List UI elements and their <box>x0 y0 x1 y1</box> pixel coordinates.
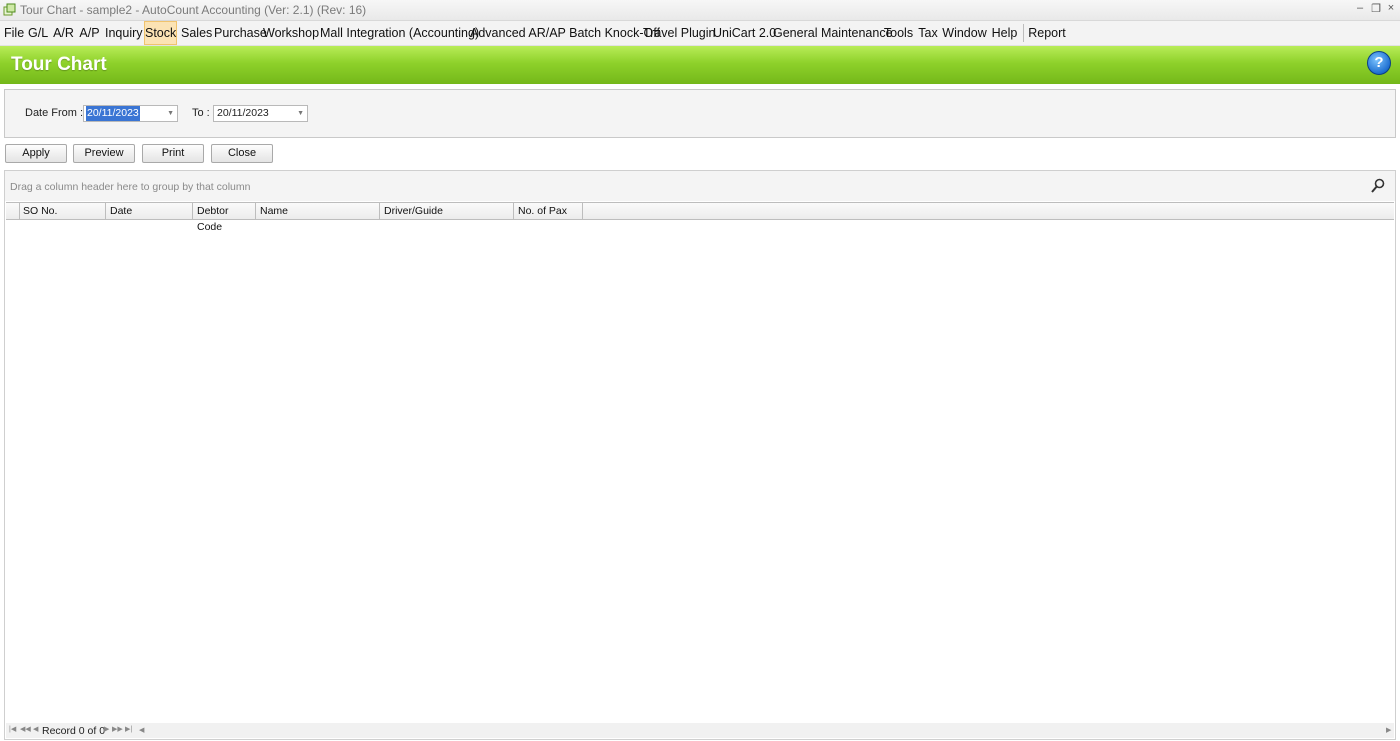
column-header-so-no[interactable]: SO No. <box>19 203 106 219</box>
menu-bar: File G/L A/R A/P Inquiry Stock Sales Pur… <box>0 21 1400 46</box>
next-record-icon[interactable]: ▶ <box>104 725 109 733</box>
apply-button[interactable]: Apply <box>5 144 67 163</box>
chevron-down-icon[interactable]: ▼ <box>167 106 174 121</box>
column-header-driver-guide[interactable]: Driver/Guide <box>380 203 514 219</box>
menu-unicart[interactable]: UniCart 2.0 <box>713 21 776 45</box>
menu-general-maintenance[interactable]: General Maintenance <box>773 21 893 45</box>
close-window-icon[interactable]: × <box>1384 2 1398 14</box>
menu-separator <box>1023 24 1024 42</box>
menu-purchase[interactable]: Purchase <box>214 21 267 45</box>
data-grid: Drag a column header here to group by th… <box>4 170 1396 740</box>
date-to-value: 20/11/2023 <box>217 107 269 119</box>
menu-travel-plugin[interactable]: Travel Plugin <box>643 21 716 45</box>
menu-stock[interactable]: Stock <box>144 21 177 45</box>
next-page-icon[interactable]: ▶▶ <box>112 725 123 733</box>
menu-tax[interactable]: Tax <box>917 21 939 45</box>
group-by-panel[interactable]: Drag a column header here to group by th… <box>5 171 1395 201</box>
menu-gl[interactable]: G/L <box>28 21 48 45</box>
menu-workshop[interactable]: Workshop <box>263 21 319 45</box>
help-icon[interactable]: ? <box>1367 51 1391 75</box>
menu-tools[interactable]: Tools <box>883 21 914 45</box>
print-button[interactable]: Print <box>142 144 204 163</box>
column-header-no-of-pax[interactable]: No. of Pax <box>514 203 583 219</box>
prev-page-icon[interactable]: ◀◀ <box>20 725 31 733</box>
app-icon <box>3 3 16 16</box>
title-bar: Tour Chart - sample2 - AutoCount Account… <box>0 0 1400 21</box>
menu-mall-integration[interactable]: Mall Integration (Accounting) <box>320 21 479 45</box>
date-filter-panel: Date From : 20/11/2023 ▼ To : 20/11/2023… <box>4 89 1396 138</box>
prev-record-icon[interactable]: ◀ <box>33 725 38 733</box>
scroll-left-icon[interactable]: ◀ <box>139 726 144 734</box>
chevron-down-icon[interactable]: ▼ <box>297 106 304 121</box>
page-title: Tour Chart <box>11 54 107 75</box>
date-from-value: 20/11/2023 <box>86 106 140 121</box>
column-header-date[interactable]: Date <box>106 203 193 219</box>
date-from-input[interactable]: 20/11/2023 ▼ <box>83 105 178 122</box>
close-button[interactable]: Close <box>211 144 273 163</box>
menu-advanced-knockoff[interactable]: Advanced AR/AP Batch Knock-Off <box>470 21 660 45</box>
date-to-label: To : <box>192 107 210 119</box>
row-indicator-header <box>6 203 20 219</box>
column-header-name[interactable]: Name <box>256 203 380 219</box>
column-header-debtor-code[interactable]: Debtor Code <box>193 203 256 233</box>
window-title: Tour Chart - sample2 - AutoCount Account… <box>20 3 367 17</box>
date-from-label: Date From : <box>25 107 84 119</box>
grid-header-row: SO No. Date Debtor Code Name Driver/Guid… <box>6 202 1394 233</box>
menu-ar[interactable]: A/R <box>53 21 74 45</box>
first-record-icon[interactable]: |◀ <box>9 725 16 733</box>
restore-icon[interactable]: ❐ <box>1369 2 1383 15</box>
menu-file[interactable]: File <box>4 21 24 45</box>
grid-navigator: |◀ ◀◀ ◀ Record 0 of 0 ▶ ▶▶ ▶| ◀ ▶ <box>6 723 1394 738</box>
menu-sales[interactable]: Sales <box>181 21 212 45</box>
scroll-right-icon[interactable]: ▶ <box>1386 726 1391 734</box>
last-record-icon[interactable]: ▶| <box>125 725 132 733</box>
record-count: Record 0 of 0 <box>42 725 106 737</box>
menu-help[interactable]: Help <box>990 21 1019 45</box>
search-icon[interactable] <box>1371 178 1385 194</box>
minimize-icon[interactable]: – <box>1353 2 1367 14</box>
menu-report[interactable]: Report <box>1028 21 1066 45</box>
menu-inquiry[interactable]: Inquiry <box>105 21 143 45</box>
menu-ap[interactable]: A/P <box>79 21 100 45</box>
menu-window[interactable]: Window <box>942 21 987 45</box>
date-to-input[interactable]: 20/11/2023 ▼ <box>213 105 308 122</box>
group-by-hint: Drag a column header here to group by th… <box>10 181 251 193</box>
preview-button[interactable]: Preview <box>73 144 135 163</box>
page-header-banner: Tour Chart <box>0 46 1400 84</box>
